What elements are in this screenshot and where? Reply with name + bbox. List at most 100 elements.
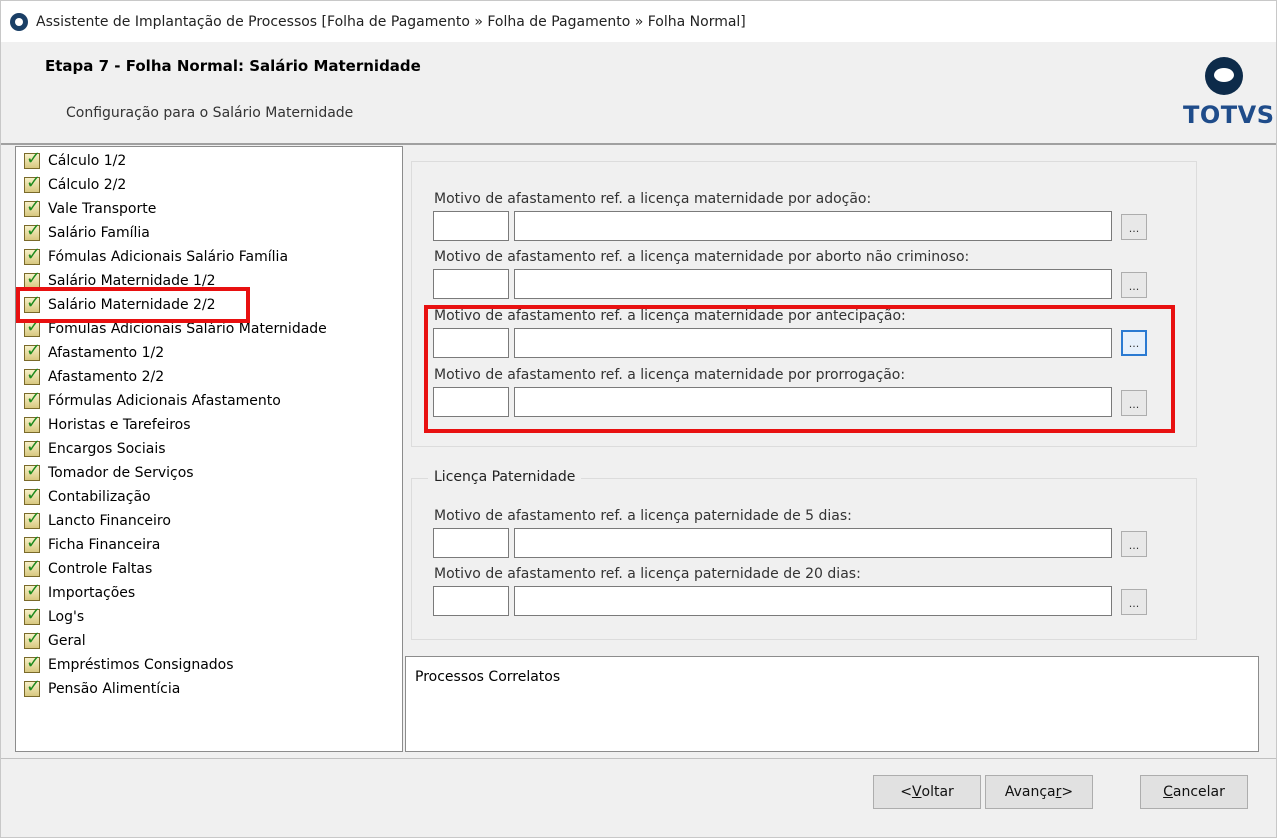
correlated-processes-label: Processos Correlatos <box>415 669 561 685</box>
tree-item-geral[interactable]: Geral <box>24 628 86 652</box>
tree-item-salario-familia[interactable]: Salário Família <box>24 220 150 244</box>
tree-item-label: Salário Família <box>48 225 150 241</box>
check-icon <box>24 556 41 577</box>
back-button-prefix: < <box>900 784 912 800</box>
tree-item-label: Fomulas Adicionais Salário Maternidade <box>48 321 327 337</box>
code-input-paternidade-5[interactable] <box>433 528 509 558</box>
step-subtitle: Configuração para o Salário Maternidade <box>66 105 354 121</box>
tree-item-logs[interactable]: Log's <box>24 604 85 628</box>
tree-item-label: Horistas e Tarefeiros <box>48 417 191 433</box>
lookup-button-adocao[interactable]: ... <box>1121 214 1147 240</box>
tree-item-ficha-financeira[interactable]: Ficha Financeira <box>24 532 161 556</box>
check-icon <box>24 172 41 193</box>
check-icon <box>24 388 41 409</box>
tree-item-contabilizacao[interactable]: Contabilização <box>24 484 151 508</box>
tree-item-label: Fórmulas Adicionais Afastamento <box>48 393 281 409</box>
check-icon <box>24 316 41 337</box>
tree-item-label: Afastamento 2/2 <box>48 369 165 385</box>
tree-item-formulas-familia[interactable]: Fómulas Adicionais Salário Família <box>24 244 289 268</box>
cancel-button-accel: C <box>1163 784 1173 800</box>
field-label-paternidade-20: Motivo de afastamento ref. a licença pat… <box>434 566 861 582</box>
check-icon <box>24 532 41 553</box>
tree-item-emprestimos[interactable]: Empréstimos Consignados <box>24 652 234 676</box>
tree-item-afastamento-1[interactable]: Afastamento 1/2 <box>24 340 165 364</box>
next-button[interactable]: Avança r > <box>985 775 1093 809</box>
wizard-window: Assistente de Implantação de Processos [… <box>0 0 1277 838</box>
tree-item-controle-faltas[interactable]: Controle Faltas <box>24 556 153 580</box>
check-icon <box>24 676 41 697</box>
tree-item-label: Encargos Sociais <box>48 441 166 457</box>
tree-item-vale-transporte[interactable]: Vale Transporte <box>24 196 157 220</box>
check-icon <box>24 364 41 385</box>
field-label-aborto: Motivo de afastamento ref. a licença mat… <box>434 249 970 265</box>
tree-item-lancto-financeiro[interactable]: Lancto Financeiro <box>24 508 171 532</box>
back-button-accel: V <box>911 784 922 800</box>
check-icon <box>24 484 41 505</box>
check-icon <box>24 604 41 625</box>
window-title: Assistente de Implantação de Processos [… <box>36 13 746 30</box>
check-icon <box>24 436 41 457</box>
cancel-button-rest: ancelar <box>1172 784 1225 800</box>
totvs-logo-text: TOTVS <box>1183 101 1275 129</box>
tree-item-label: Cálculo 2/2 <box>48 177 127 193</box>
lookup-button-paternidade-20[interactable]: ... <box>1121 589 1147 615</box>
code-input-paternidade-20[interactable] <box>433 586 509 616</box>
tree-item-pensao[interactable]: Pensão Alimentícia <box>24 676 181 700</box>
tree-item-label: Lancto Financeiro <box>48 513 171 529</box>
lookup-button-paternidade-5[interactable]: ... <box>1121 531 1147 557</box>
totvs-logo-icon <box>1205 57 1243 95</box>
tree-item-horistas[interactable]: Horistas e Tarefeiros <box>24 412 191 436</box>
check-icon <box>24 580 41 601</box>
tree-item-calculo-2[interactable]: Cálculo 2/2 <box>24 172 127 196</box>
tree-item-afastamento-2[interactable]: Afastamento 2/2 <box>24 364 165 388</box>
tree-item-label: Afastamento 1/2 <box>48 345 165 361</box>
desc-input-adocao[interactable] <box>514 211 1112 241</box>
tree-item-label: Pensão Alimentícia <box>48 681 181 697</box>
desc-input-paternidade-20[interactable] <box>514 586 1112 616</box>
step-tree: Cálculo 1/2 Cálculo 2/2 Vale Transporte … <box>15 146 403 752</box>
header-divider <box>1 143 1276 145</box>
tree-item-importacoes[interactable]: Importações <box>24 580 135 604</box>
back-button[interactable]: < Voltar <box>873 775 981 809</box>
step-title: Etapa 7 - Folha Normal: Salário Maternid… <box>45 57 421 75</box>
lookup-button-aborto[interactable]: ... <box>1121 272 1147 298</box>
tree-item-label: Ficha Financeira <box>48 537 161 553</box>
field-label-adocao: Motivo de afastamento ref. a licença mat… <box>434 191 872 207</box>
check-icon <box>24 148 41 169</box>
back-button-rest: oltar <box>921 784 954 800</box>
highlight-box-selected-step <box>16 287 250 323</box>
tree-item-label: Vale Transporte <box>48 201 157 217</box>
field-label-paternidade-5: Motivo de afastamento ref. a licença pat… <box>434 508 852 524</box>
tree-item-encargos[interactable]: Encargos Sociais <box>24 436 166 460</box>
desc-input-paternidade-5[interactable] <box>514 528 1112 558</box>
tree-item-label: Tomador de Serviços <box>48 465 194 481</box>
tree-item-calculo-1[interactable]: Cálculo 1/2 <box>24 148 127 172</box>
title-bar: Assistente de Implantação de Processos [… <box>1 1 1276 42</box>
tree-item-label: Controle Faltas <box>48 561 153 577</box>
check-icon <box>24 652 41 673</box>
check-icon <box>24 196 41 217</box>
tree-item-formulas-afastamento[interactable]: Fórmulas Adicionais Afastamento <box>24 388 281 412</box>
check-icon <box>24 412 41 433</box>
code-input-adocao[interactable] <box>433 211 509 241</box>
check-icon <box>24 220 41 241</box>
desc-input-aborto[interactable] <box>514 269 1112 299</box>
check-icon <box>24 340 41 361</box>
next-button-rest: > <box>1061 784 1074 800</box>
tree-item-label: Fómulas Adicionais Salário Família <box>48 249 289 265</box>
footer-divider <box>1 758 1276 759</box>
check-icon <box>24 460 41 481</box>
next-button-prefix: Avança <box>1004 784 1056 800</box>
tree-item-label: Empréstimos Consignados <box>48 657 234 673</box>
tree-item-label: Log's <box>48 609 85 625</box>
cancel-button[interactable]: Cancelar <box>1140 775 1248 809</box>
tree-item-label: Geral <box>48 633 86 649</box>
check-icon <box>24 244 41 265</box>
tree-item-label: Cálculo 1/2 <box>48 153 127 169</box>
code-input-aborto[interactable] <box>433 269 509 299</box>
totvs-logo: TOTVS <box>1177 57 1274 137</box>
highlight-box-fields <box>424 305 1175 433</box>
tree-item-tomador[interactable]: Tomador de Serviços <box>24 460 194 484</box>
tree-item-label: Contabilização <box>48 489 151 505</box>
step-header: Etapa 7 - Folha Normal: Salário Maternid… <box>15 45 1274 142</box>
